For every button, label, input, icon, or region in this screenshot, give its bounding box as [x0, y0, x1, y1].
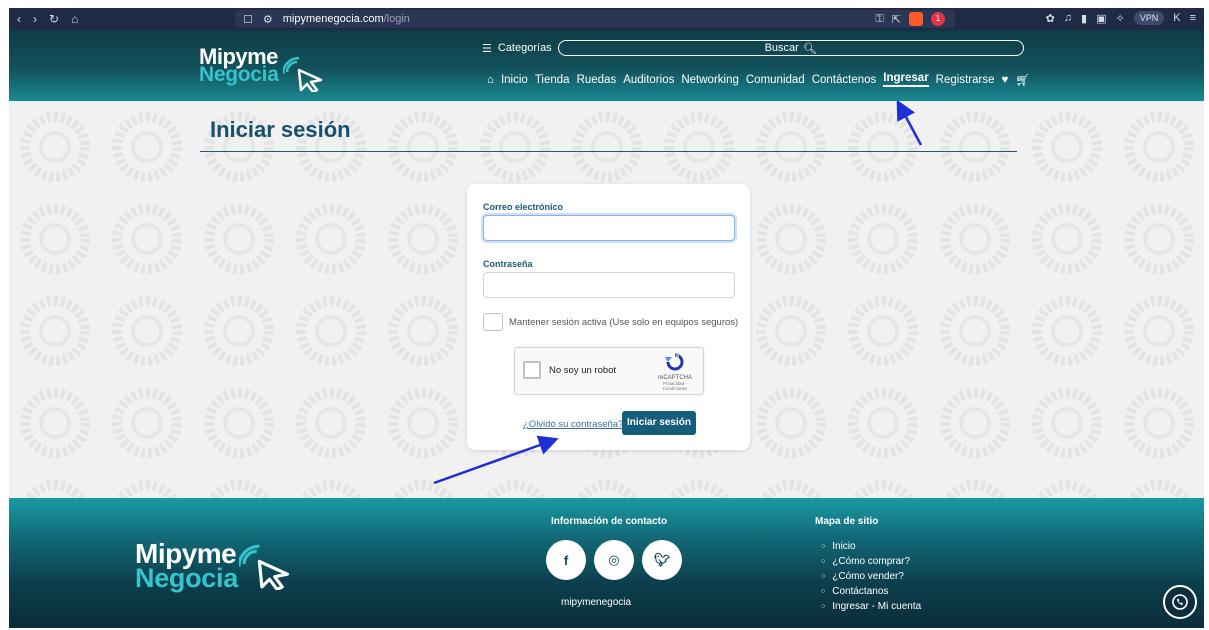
- site-settings-icon[interactable]: ⚙: [263, 13, 273, 26]
- url-host: mipymenegocia.com: [282, 13, 384, 25]
- search-input[interactable]: Buscar 🔍︎: [557, 40, 1024, 56]
- sitemap-heading: Mapa de sitio: [815, 516, 879, 527]
- home-icon[interactable]: ⌂: [71, 12, 78, 26]
- sitemap-list: Inicio ¿Cómo comprar? ¿Cómo vender? Cont…: [821, 540, 921, 615]
- whatsapp-button[interactable]: [1163, 585, 1197, 619]
- footer-logo: Mipyme Negocia: [135, 540, 289, 593]
- nav-ruedas[interactable]: Ruedas: [577, 74, 617, 86]
- search-label: Buscar: [764, 42, 799, 54]
- nav-ingresar[interactable]: Ingresar: [883, 72, 929, 87]
- reload-icon[interactable]: ↻: [49, 12, 59, 26]
- browser-tools: ✿ ♫ ▮ ▣ ✧ VPN K ≡: [1046, 11, 1196, 25]
- whatsapp-icon: [1172, 594, 1188, 610]
- address-bar[interactable]: ☐ ⚙ mipymenegocia.com /login ⚿ ⇱ 1: [235, 10, 955, 28]
- footer-site-name: mipymenegocia: [561, 597, 632, 608]
- bookmark-icon[interactable]: ☐: [243, 13, 253, 26]
- k-extension-icon[interactable]: K: [1173, 12, 1180, 24]
- footer-logo-cursor-icon: [239, 544, 289, 590]
- recaptcha-text: No soy un robot: [549, 365, 617, 376]
- remember-checkbox[interactable]: [483, 313, 503, 331]
- logo-cursor-icon: [283, 56, 323, 92]
- sitemap-item-contactanos[interactable]: Contáctanos: [821, 585, 921, 600]
- site-logo[interactable]: Mipyme Negocia: [199, 46, 323, 92]
- categories-row: ☰ Categorías Buscar 🔍︎: [482, 40, 1024, 56]
- instagram-icon[interactable]: ◎: [594, 540, 634, 580]
- recaptcha-widget: No soy un robot reCAPTCHA Privacidad - C…: [514, 347, 704, 395]
- cart-icon[interactable]: 🛒︎: [1015, 73, 1030, 87]
- contact-heading: Información de contacto: [551, 516, 668, 527]
- twitter-icon[interactable]: 🐦︎: [642, 540, 682, 580]
- title-divider: [200, 151, 1017, 152]
- remember-label[interactable]: Mantener sesión activa (Use solo en equi…: [509, 317, 738, 328]
- vpn-badge[interactable]: VPN: [1133, 11, 1165, 25]
- home-nav-icon[interactable]: ⌂: [487, 74, 494, 86]
- leo-icon[interactable]: ✧: [1116, 12, 1125, 25]
- browser-toolbar: ‹ › ↻ ⌂ ☐ ⚙ mipymenegocia.com /login ⚿ ⇱…: [9, 8, 1204, 30]
- sitemap-item-ingresar[interactable]: Ingresar - Mi cuenta: [821, 600, 921, 615]
- recaptcha-terms[interactable]: Privacidad - Condiciones: [655, 381, 695, 391]
- sidebar-icon[interactable]: ▮: [1081, 12, 1087, 25]
- social-links: f ◎ 🐦︎: [546, 540, 682, 580]
- nav-auditorios[interactable]: Auditorios: [623, 74, 674, 86]
- nav-inicio[interactable]: Inicio: [501, 74, 528, 86]
- screenshot-frame: ‹ › ↻ ⌂ ☐ ⚙ mipymenegocia.com /login ⚿ ⇱…: [9, 8, 1204, 628]
- key-icon[interactable]: ⚿: [875, 13, 883, 26]
- back-icon[interactable]: ‹: [17, 12, 21, 26]
- extension-icon[interactable]: ✿: [1046, 12, 1055, 25]
- nav-registrarse[interactable]: Registrarse: [936, 74, 995, 86]
- footer-logo-line-2: Negocia: [135, 563, 238, 593]
- facebook-icon[interactable]: f: [546, 540, 586, 580]
- nav-networking[interactable]: Networking: [681, 74, 739, 86]
- heart-icon[interactable]: ♥: [1001, 74, 1008, 86]
- nav-tienda[interactable]: Tienda: [535, 74, 570, 86]
- menu-icon[interactable]: ≡: [1190, 12, 1196, 24]
- recaptcha-logo: reCAPTCHA Privacidad - Condiciones: [655, 353, 695, 391]
- url-path: /login: [383, 13, 410, 25]
- main-content: Iniciar sesión Correo electrónico Contra…: [9, 101, 1204, 498]
- share-icon[interactable]: ⇱: [892, 13, 901, 26]
- music-icon[interactable]: ♫: [1064, 12, 1072, 24]
- sitemap-item-como-comprar[interactable]: ¿Cómo comprar?: [821, 555, 921, 570]
- main-nav: ⌂ Inicio Tienda Ruedas Auditorios Networ…: [487, 72, 1030, 87]
- logo-line-2: Negocia: [199, 63, 279, 86]
- login-submit-button[interactable]: Iniciar sesión: [622, 411, 696, 435]
- email-field[interactable]: [483, 215, 735, 241]
- login-card: Correo electrónico Contraseña Mantener s…: [467, 184, 750, 450]
- hamburger-icon[interactable]: ☰: [482, 42, 492, 55]
- password-field[interactable]: [483, 272, 735, 298]
- recaptcha-checkbox[interactable]: [523, 361, 541, 379]
- search-icon[interactable]: 🔍︎: [803, 42, 817, 55]
- email-label: Correo electrónico: [483, 202, 564, 212]
- wallet-icon[interactable]: ▣: [1096, 12, 1106, 25]
- site-footer: Mipyme Negocia Información de contacto f…: [9, 498, 1204, 628]
- sitemap-item-inicio[interactable]: Inicio: [821, 540, 921, 555]
- categories-button[interactable]: Categorías: [498, 42, 552, 54]
- nav-comunidad[interactable]: Comunidad: [746, 74, 805, 86]
- address-bar-actions: ⚿ ⇱ 1: [875, 12, 945, 26]
- site-header: Mipyme Negocia ☰ Categorías Buscar 🔍︎ ⌂ …: [9, 30, 1204, 101]
- forward-icon[interactable]: ›: [33, 12, 37, 26]
- page-title: Iniciar sesión: [210, 117, 351, 142]
- forgot-password-link[interactable]: ¿Olvidó su contraseña?: [523, 419, 623, 430]
- password-label: Contraseña: [483, 259, 533, 269]
- rewards-alert-icon[interactable]: 1: [931, 12, 945, 26]
- brave-shields-icon[interactable]: [909, 12, 923, 26]
- sitemap-item-como-vender[interactable]: ¿Cómo vender?: [821, 570, 921, 585]
- browser-nav: ‹ › ↻ ⌂: [9, 12, 229, 26]
- nav-contactenos[interactable]: Contáctenos: [812, 74, 877, 86]
- recaptcha-icon: [665, 353, 684, 371]
